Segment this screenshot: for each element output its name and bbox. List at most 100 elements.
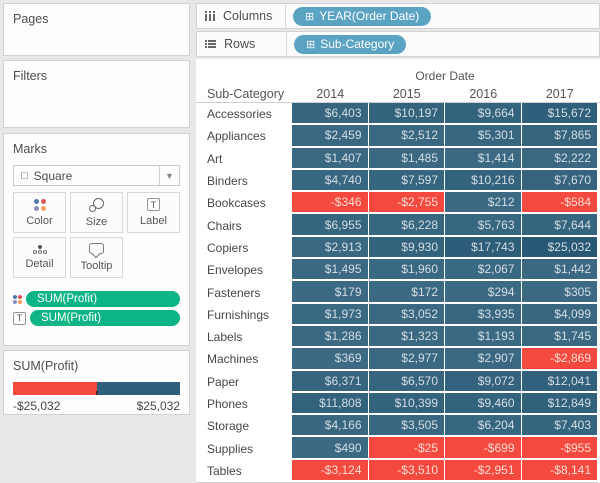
profit-cell[interactable]: $3,052	[368, 303, 445, 326]
tooltip-button[interactable]: Tooltip	[70, 237, 123, 278]
chevron-down-icon[interactable]: ▼	[159, 166, 179, 185]
profit-cell[interactable]: $7,403	[521, 415, 598, 438]
row-header[interactable]: Copiers	[196, 236, 292, 260]
row-header[interactable]: Accessories	[196, 103, 292, 126]
profit-cell[interactable]: $1,407	[292, 147, 369, 170]
profit-cell[interactable]: $3,935	[445, 303, 522, 326]
profit-cell[interactable]: $1,323	[368, 325, 445, 349]
profit-cell[interactable]: $179	[292, 281, 369, 304]
profit-cell[interactable]: $172	[368, 281, 445, 304]
profit-cell[interactable]: $1,973	[292, 303, 369, 326]
profit-cell[interactable]: -$2,951	[445, 459, 522, 483]
profit-cell[interactable]: $10,197	[368, 103, 445, 126]
profit-cell[interactable]: -$3,510	[368, 459, 445, 483]
profit-cell[interactable]: -$25	[368, 437, 445, 460]
profit-cell[interactable]: $1,495	[292, 259, 369, 282]
profit-cell[interactable]: $6,228	[368, 214, 445, 237]
pages-shelf[interactable]: Pages	[3, 3, 190, 56]
column-field-caption[interactable]: Order Date	[292, 69, 598, 83]
profit-cell[interactable]: $1,745	[521, 325, 598, 349]
profit-cell[interactable]: -$2,755	[368, 192, 445, 215]
profit-cell[interactable]: -$8,141	[521, 459, 598, 483]
profit-cell[interactable]: $7,865	[521, 125, 598, 148]
profit-cell[interactable]: -$3,124	[292, 459, 369, 483]
profit-cell[interactable]: $2,977	[368, 348, 445, 371]
profit-cell[interactable]: $2,907	[445, 348, 522, 371]
profit-cell[interactable]: $305	[521, 281, 598, 304]
row-header[interactable]: Bookcases	[196, 192, 292, 215]
profit-cell[interactable]: $2,512	[368, 125, 445, 148]
column-header-2016[interactable]: 2016	[445, 87, 522, 101]
row-field-caption[interactable]: Sub-Category	[196, 87, 292, 101]
profit-cell[interactable]: $2,459	[292, 125, 369, 148]
profit-cell[interactable]: $2,222	[521, 147, 598, 170]
profit-cell[interactable]: -$584	[521, 192, 598, 215]
profit-cell[interactable]: $7,670	[521, 169, 598, 193]
row-header[interactable]: Machines	[196, 348, 292, 371]
row-header[interactable]: Labels	[196, 325, 292, 349]
profit-cell[interactable]: $7,644	[521, 214, 598, 237]
label-pill-sum-profit[interactable]: SUM(Profit)	[30, 310, 180, 326]
row-header[interactable]: Paper	[196, 370, 292, 393]
profit-cell[interactable]: $10,399	[368, 392, 445, 416]
profit-cell[interactable]: $1,414	[445, 147, 522, 170]
size-button[interactable]: Size	[70, 192, 123, 233]
profit-cell[interactable]: $4,740	[292, 169, 369, 193]
profit-cell[interactable]: -$346	[292, 192, 369, 215]
profit-cell[interactable]: $10,216	[445, 169, 522, 193]
pill-year-order-date[interactable]: ⊞ YEAR(Order Date)	[293, 6, 432, 26]
row-header[interactable]: Furnishings	[196, 303, 292, 326]
profit-cell[interactable]: $212	[445, 192, 522, 215]
filters-shelf[interactable]: Filters	[3, 60, 190, 128]
profit-cell[interactable]: $294	[445, 281, 522, 304]
profit-cell[interactable]: $2,913	[292, 236, 369, 260]
row-header[interactable]: Art	[196, 147, 292, 170]
profit-cell[interactable]: $1,960	[368, 259, 445, 282]
profit-cell[interactable]: $490	[292, 437, 369, 460]
profit-cell[interactable]: $1,193	[445, 325, 522, 349]
columns-shelf[interactable]: Columns ⊞ YEAR(Order Date)	[196, 3, 600, 29]
profit-cell[interactable]: $369	[292, 348, 369, 371]
profit-cell[interactable]: $9,664	[445, 103, 522, 126]
profit-cell[interactable]: -$955	[521, 437, 598, 460]
column-header-2017[interactable]: 2017	[522, 87, 599, 101]
profit-cell[interactable]: -$2,869	[521, 348, 598, 371]
column-header-2015[interactable]: 2015	[369, 87, 446, 101]
mark-type-dropdown[interactable]: □ Square ▼	[13, 165, 180, 186]
profit-cell[interactable]: $12,849	[521, 392, 598, 416]
profit-cell[interactable]: $11,808	[292, 392, 369, 416]
row-header[interactable]: Tables	[196, 459, 292, 483]
profit-cell[interactable]: $9,930	[368, 236, 445, 260]
color-pill-sum-profit[interactable]: SUM(Profit)	[26, 291, 180, 307]
profit-cell[interactable]: $6,955	[292, 214, 369, 237]
profit-cell[interactable]: $6,204	[445, 415, 522, 438]
profit-cell[interactable]: $4,166	[292, 415, 369, 438]
pill-sub-category[interactable]: ⊞ Sub-Category	[294, 34, 407, 54]
profit-cell[interactable]: $6,570	[368, 370, 445, 393]
profit-cell[interactable]: $2,067	[445, 259, 522, 282]
row-header[interactable]: Storage	[196, 415, 292, 438]
row-header[interactable]: Fasteners	[196, 281, 292, 304]
profit-cell[interactable]: $3,505	[368, 415, 445, 438]
row-header[interactable]: Envelopes	[196, 259, 292, 282]
detail-button[interactable]: Detail	[13, 237, 66, 278]
color-button[interactable]: Color	[13, 192, 66, 233]
profit-cell[interactable]: $1,286	[292, 325, 369, 349]
label-button[interactable]: T Label	[127, 192, 180, 233]
row-header[interactable]: Supplies	[196, 437, 292, 460]
row-header[interactable]: Chairs	[196, 214, 292, 237]
color-legend-ramp[interactable]	[13, 382, 180, 395]
profit-cell[interactable]: $15,672	[521, 103, 598, 126]
row-header[interactable]: Binders	[196, 169, 292, 193]
profit-cell[interactable]: $1,485	[368, 147, 445, 170]
row-header[interactable]: Phones	[196, 392, 292, 416]
profit-cell[interactable]: $12,041	[521, 370, 598, 393]
column-header-2014[interactable]: 2014	[292, 87, 369, 101]
row-header[interactable]: Appliances	[196, 125, 292, 148]
profit-cell[interactable]: $25,032	[521, 236, 598, 260]
profit-cell[interactable]: $9,072	[445, 370, 522, 393]
profit-cell[interactable]: $6,403	[292, 103, 369, 126]
rows-shelf[interactable]: Rows ⊞ Sub-Category	[196, 31, 600, 57]
profit-cell[interactable]: $7,597	[368, 169, 445, 193]
profit-cell[interactable]: $4,099	[521, 303, 598, 326]
